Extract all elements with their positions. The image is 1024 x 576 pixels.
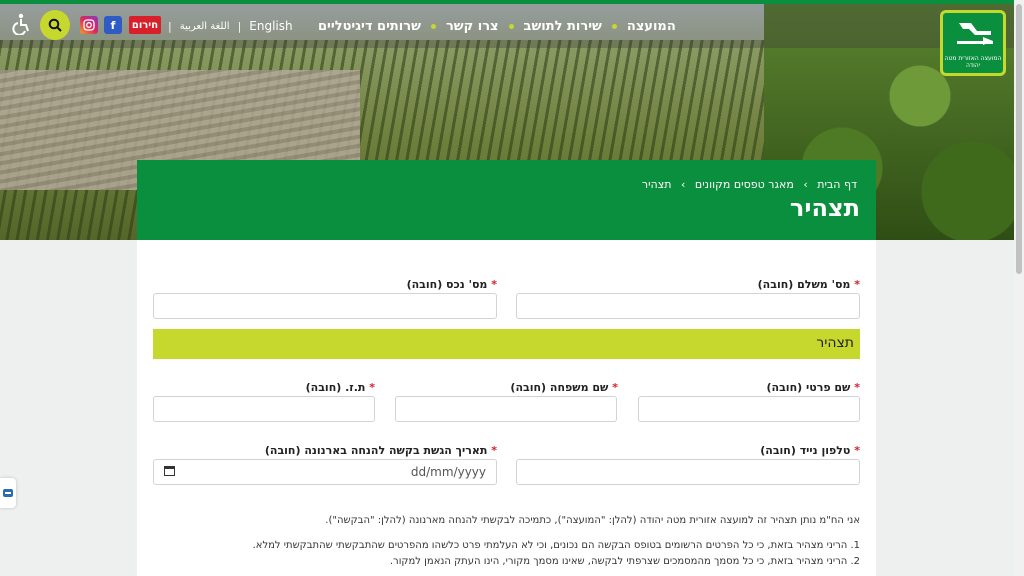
widget-icon <box>3 489 13 497</box>
calendar-icon[interactable] <box>164 465 175 479</box>
first-name-input[interactable] <box>638 396 860 422</box>
breadcrumb-separator: › <box>803 178 808 191</box>
facebook-icon[interactable]: f <box>104 16 122 34</box>
first-name-label: * שם פרטי (חובה) <box>766 381 861 394</box>
property-number-input[interactable] <box>153 293 497 319</box>
nav-council[interactable]: המועצה <box>627 19 676 34</box>
nav-bullet <box>508 23 514 29</box>
declaration-item-1: 1. הריני מצהיר בזאת, כי כל הפרטים הרשומי… <box>252 540 860 551</box>
breadcrumb: דף הבית › מאגר טפסים מקוונים › תצהיר <box>639 178 860 191</box>
language-switcher: | اللغة العربية | English <box>168 4 293 48</box>
accessibility-icon[interactable] <box>12 13 32 36</box>
instagram-icon[interactable] <box>80 16 98 34</box>
site-logo[interactable]: המועצה האזורית מטה יהודה <box>940 10 1006 76</box>
lang-english-link[interactable]: English <box>249 19 292 33</box>
mobile-label: * טלפון נייד (חובה) <box>760 444 860 457</box>
last-name-input[interactable] <box>395 396 617 422</box>
logo-emblem-icon <box>957 23 993 45</box>
mobile-input[interactable] <box>516 459 860 485</box>
declaration-intro: אני הח"מ נותן תצהיר זה למועצה אזורית מטה… <box>325 515 860 526</box>
page-scrollbar[interactable] <box>1014 0 1024 576</box>
nav-bullet <box>430 23 436 29</box>
request-date-label: * תאריך הגשת בקשה להנחה בארנונה (חובה) <box>264 444 497 457</box>
nav-resident-service[interactable]: שירות לתושב <box>524 19 602 34</box>
separator: | <box>168 19 172 33</box>
main-nav: שרותים דיגיטליים צרו קשר שירות לתושב המו… <box>318 4 676 48</box>
page-title-panel: דף הבית › מאגר טפסים מקוונים › תצהיר תצה… <box>137 160 876 240</box>
request-date-input[interactable]: dd/mm/yyyy <box>153 459 497 485</box>
id-input[interactable] <box>153 396 375 422</box>
scrollbar-thumb[interactable] <box>1016 4 1022 274</box>
search-icon[interactable] <box>40 10 70 40</box>
breadcrumb-forms[interactable]: מאגר טפסים מקוונים <box>695 178 794 191</box>
property-number-label: * מס' נכס (חובה) <box>406 278 497 291</box>
date-placeholder: dd/mm/yyyy <box>410 465 486 479</box>
declaration-item-2: 2. הריני מצהיר בזאת, כי כל מסמך מהמסמכים… <box>389 556 860 567</box>
separator: | <box>237 19 242 33</box>
section-title: תצהיר <box>816 335 854 351</box>
emergency-button[interactable]: חירום <box>129 16 161 34</box>
payer-number-label: * מס' משלם (חובה) <box>757 278 860 291</box>
nav-digital-services[interactable]: שרותים דיגיטליים <box>318 19 421 34</box>
breadcrumb-separator: › <box>681 178 686 191</box>
nav-contact[interactable]: צרו קשר <box>446 19 499 34</box>
page-title: תצהיר <box>789 194 860 222</box>
declaration-section-header: תצהיר <box>153 329 860 359</box>
id-label: * ת.ז. (חובה) <box>305 381 375 394</box>
lang-arabic-link[interactable]: اللغة العربية <box>180 21 230 32</box>
side-widget-tab[interactable] <box>0 478 16 508</box>
breadcrumb-home[interactable]: דף הבית <box>817 178 857 191</box>
logo-caption: המועצה האזורית מטה יהודה <box>944 55 1002 69</box>
last-name-label: * שם משפחה (חובה) <box>510 381 618 394</box>
nav-bullet <box>611 23 617 29</box>
breadcrumb-current: תצהיר <box>641 178 672 191</box>
payer-number-input[interactable] <box>516 293 860 319</box>
form-card: * מס' משלם (חובה) * מס' נכס (חובה) תצהיר… <box>137 240 876 576</box>
